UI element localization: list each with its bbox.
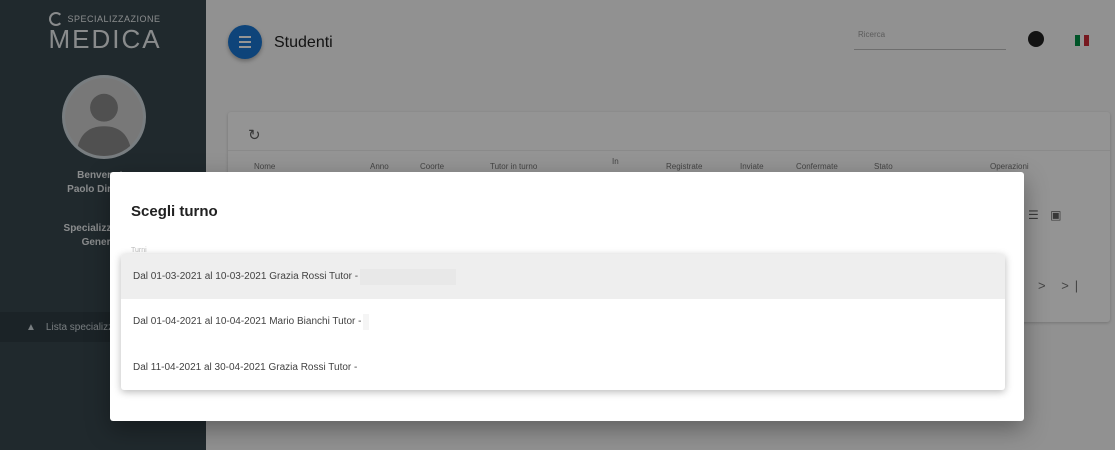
shift-option-label: Dal 01-04-2021 al 10-04-2021 Mario Bianc… (133, 316, 362, 328)
shift-option-label: Dal 11-04-2021 al 30-04-2021 Grazia Ross… (133, 361, 358, 373)
shift-option[interactable]: Dal 01-03-2021 al 10-03-2021 Grazia Ross… (121, 254, 1005, 300)
shift-options-menu: Dal 01-03-2021 al 10-03-2021 Grazia Ross… (121, 254, 1005, 390)
shift-option[interactable]: Dal 11-04-2021 al 30-04-2021 Grazia Ross… (121, 345, 1005, 390)
select-label: Turni (131, 247, 147, 254)
shift-option-label: Dal 01-03-2021 al 10-03-2021 Grazia Ross… (133, 271, 359, 283)
redacted-tutor-name (360, 268, 457, 285)
shift-option[interactable]: Dal 01-04-2021 al 10-04-2021 Mario Bianc… (121, 299, 1005, 344)
redacted-tutor-name (363, 313, 370, 330)
dialog-title: Scegli turno (131, 203, 218, 220)
choose-shift-dialog: Scegli turno Turni Dal 01-03-2021 al 10-… (110, 172, 1024, 421)
